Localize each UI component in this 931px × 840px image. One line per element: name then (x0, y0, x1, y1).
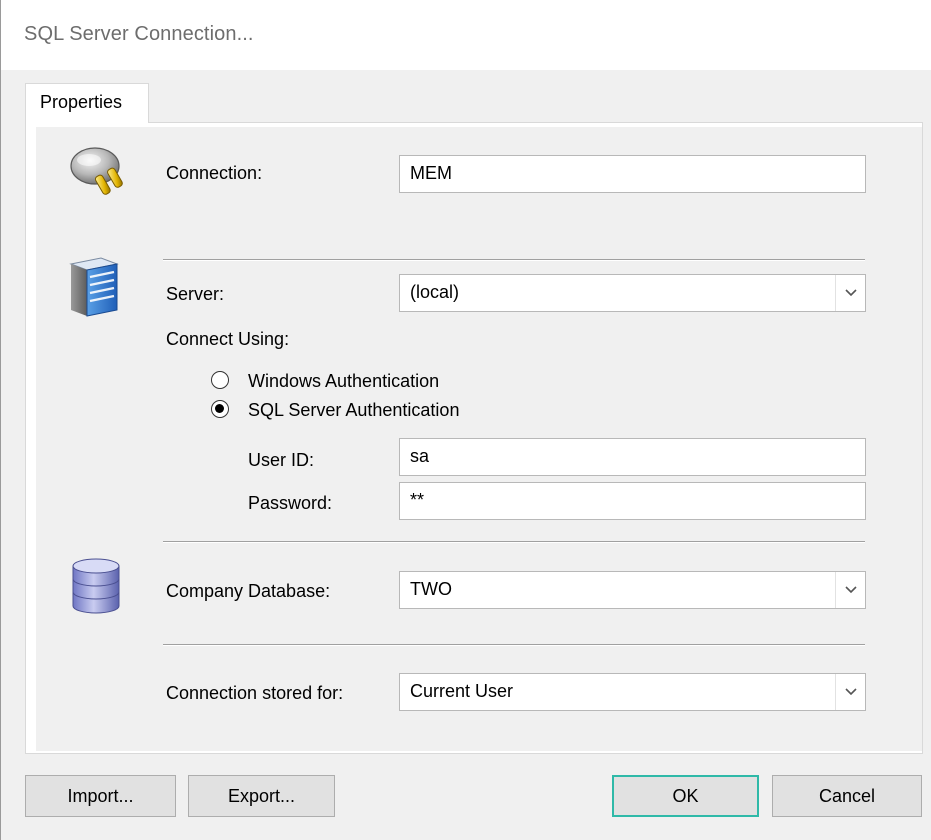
connection-input[interactable]: MEM (399, 155, 866, 193)
company-database-combobox[interactable]: TWO (399, 571, 866, 609)
chevron-down-icon (844, 289, 857, 297)
sql-auth-radio[interactable] (211, 400, 229, 418)
tab-properties[interactable]: Properties (25, 83, 149, 123)
tab-label: Properties (40, 92, 123, 112)
stored-for-label: Connection stored for: (166, 683, 344, 703)
cancel-button[interactable]: Cancel (772, 775, 922, 817)
server-combobox[interactable]: (local) (399, 274, 866, 312)
server-value: (local) (410, 282, 460, 302)
password-label: Password: (248, 493, 333, 513)
window-title: SQL Server Connection... (24, 23, 254, 45)
plug-icon (70, 147, 123, 195)
company-database-label: Company Database: (166, 581, 331, 601)
chevron-down-icon (844, 688, 857, 696)
stored-for-combobox[interactable]: Current User (399, 673, 866, 711)
user-id-input[interactable]: sa (399, 438, 866, 476)
separator-1 (163, 259, 865, 261)
server-dropdown-button[interactable] (835, 275, 865, 311)
export-button[interactable]: Export... (188, 775, 335, 817)
company-database-value: TWO (410, 579, 452, 599)
user-id-label: User ID: (248, 450, 315, 470)
server-label: Server: (166, 284, 225, 304)
title-bar[interactable]: SQL Server Connection... (1, 0, 931, 70)
connect-using-label: Connect Using: (166, 329, 290, 349)
connection-label: Connection: (166, 163, 263, 183)
sql-server-connection-dialog: SQL Server Connection... Properties Conn… (0, 0, 931, 840)
stored-for-value: Current User (410, 681, 514, 701)
windows-auth-radio[interactable] (211, 371, 229, 389)
separator-3 (163, 644, 865, 646)
separator-2 (163, 541, 865, 543)
company-database-dropdown-button[interactable] (835, 572, 865, 608)
database-icon (72, 558, 120, 614)
server-icon (69, 257, 119, 317)
radio-selected-dot (215, 404, 224, 413)
password-input[interactable]: ** (399, 482, 866, 520)
sql-auth-label[interactable]: SQL Server Authentication (248, 400, 459, 421)
chevron-down-icon (844, 586, 857, 594)
windows-auth-label[interactable]: Windows Authentication (248, 371, 439, 392)
stored-for-dropdown-button[interactable] (835, 674, 865, 710)
import-button[interactable]: Import... (25, 775, 176, 817)
ok-button[interactable]: OK (612, 775, 759, 817)
